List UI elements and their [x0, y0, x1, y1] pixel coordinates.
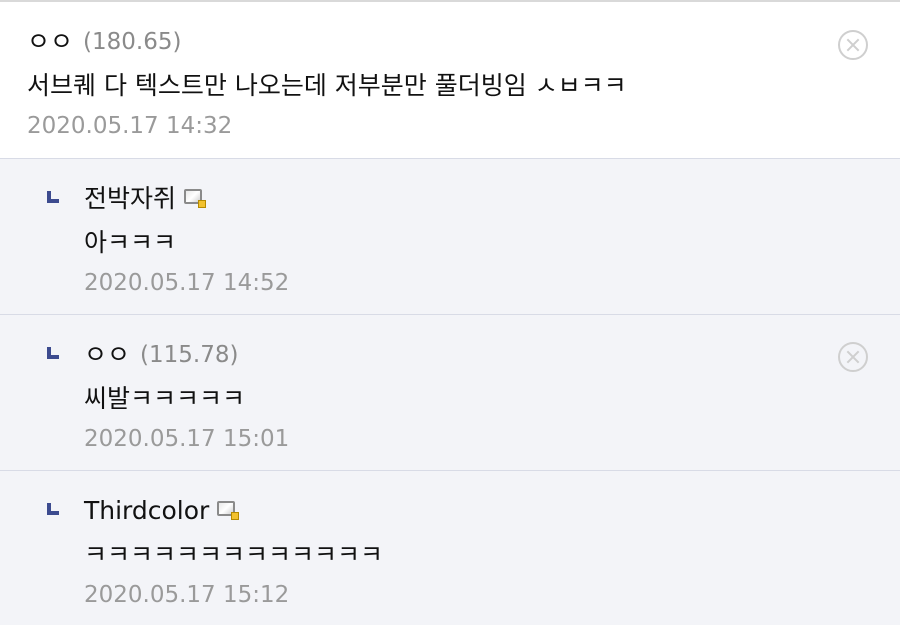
- reply-text: ㅋㅋㅋㅋㅋㅋㅋㅋㅋㅋㅋㅋㅋ: [84, 540, 384, 569]
- reply-nickname[interactable]: 전박자쥐: [84, 181, 176, 217]
- reply-header: ㅇㅇ (115.78): [84, 337, 900, 373]
- reply-date: 2020.05.17 15:12: [84, 582, 290, 608]
- reply-header: Thirdcolor: [84, 493, 900, 529]
- comment-header: ㅇㅇ (180.65): [27, 24, 900, 60]
- delete-comment-button[interactable]: [838, 30, 868, 60]
- comment-date: 2020.05.17 14:32: [27, 113, 233, 139]
- reply-text: 아ㅋㅋㅋ: [84, 228, 177, 257]
- comment-list: ㅇㅇ (180.65) 서브퀘 다 텍스트만 나오는데 저부분만 풀더빙임 ㅅㅂ…: [0, 2, 900, 625]
- fixed-nick-icon: [184, 188, 207, 208]
- reply-nickname[interactable]: ㅇㅇ: [84, 337, 130, 373]
- reply-arrow-icon: [47, 191, 59, 203]
- reply-arrow-icon: [47, 347, 59, 359]
- reply-date: 2020.05.17 15:01: [84, 426, 290, 452]
- reply-text: 씨발ㅋㅋㅋㅋㅋ: [84, 384, 246, 413]
- comment-item: ㅇㅇ (180.65) 서브퀘 다 텍스트만 나오는데 저부분만 풀더빙임 ㅅㅂ…: [0, 2, 900, 159]
- reply-item: Thirdcolor ㅋㅋㅋㅋㅋㅋㅋㅋㅋㅋㅋㅋㅋ 2020.05.17 15:1…: [0, 471, 900, 625]
- reply-arrow-icon: [47, 503, 59, 515]
- delete-reply-button[interactable]: [838, 342, 868, 372]
- reply-date: 2020.05.17 14:52: [84, 270, 290, 296]
- reply-item: 전박자쥐 아ㅋㅋㅋ 2020.05.17 14:52: [0, 159, 900, 315]
- reply-nickname[interactable]: Thirdcolor: [84, 493, 209, 529]
- reply-ip: (115.78): [140, 342, 239, 368]
- comment-nickname[interactable]: ㅇㅇ: [27, 24, 73, 60]
- comment-text: 서브퀘 다 텍스트만 나오는데 저부분만 풀더빙임 ㅅㅂㅋㅋ: [27, 71, 627, 100]
- fixed-nick-icon: [217, 500, 240, 520]
- comment-ip: (180.65): [83, 29, 182, 55]
- reply-item: ㅇㅇ (115.78) 씨발ㅋㅋㅋㅋㅋ 2020.05.17 15:01: [0, 315, 900, 471]
- reply-header: 전박자쥐: [84, 181, 900, 217]
